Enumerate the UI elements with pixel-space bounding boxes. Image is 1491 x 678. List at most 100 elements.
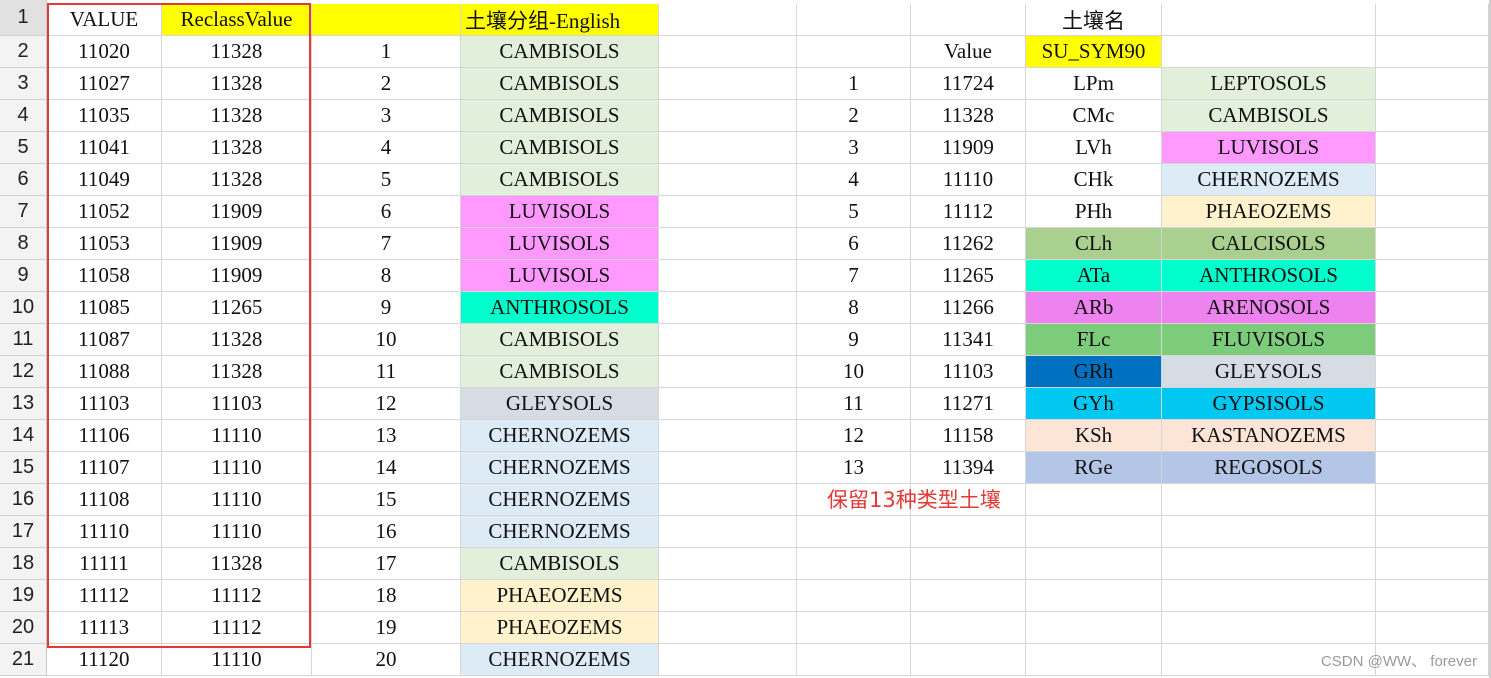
index-cell[interactable]: 2 xyxy=(312,68,461,100)
index-cell[interactable]: 16 xyxy=(312,516,461,548)
soil-group-cell[interactable]: CHERNOZEMS xyxy=(461,516,659,548)
value-cell[interactable]: 11027 xyxy=(47,68,162,100)
value-cell[interactable]: 11108 xyxy=(47,484,162,516)
reclass-cell[interactable]: 11112 xyxy=(162,612,312,644)
sym-code-cell[interactable]: CLh xyxy=(1026,228,1162,260)
soil-name-cell[interactable]: CHERNOZEMS xyxy=(1162,164,1376,196)
index-cell[interactable]: 8 xyxy=(312,260,461,292)
empty-cell[interactable] xyxy=(1376,484,1489,516)
row-header[interactable]: 6 xyxy=(0,164,47,196)
empty-cell[interactable] xyxy=(1026,548,1162,580)
empty-cell[interactable] xyxy=(659,516,797,548)
empty-cell[interactable] xyxy=(1376,324,1489,356)
empty-cell[interactable] xyxy=(797,612,911,644)
value-cell[interactable]: 11103 xyxy=(47,388,162,420)
empty-cell[interactable] xyxy=(659,388,797,420)
empty-cell[interactable] xyxy=(1376,292,1489,324)
soil-group-cell[interactable]: CHERNOZEMS xyxy=(461,484,659,516)
value-cell[interactable]: 11106 xyxy=(47,420,162,452)
right-index-cell[interactable]: 7 xyxy=(797,260,911,292)
empty-cell[interactable] xyxy=(1162,516,1376,548)
empty-cell[interactable] xyxy=(911,516,1026,548)
right-header-sym[interactable]: SU_SYM90 xyxy=(1026,36,1162,68)
reclass-cell[interactable]: 11328 xyxy=(162,324,312,356)
sym-code-cell[interactable]: CHk xyxy=(1026,164,1162,196)
index-cell[interactable]: 10 xyxy=(312,324,461,356)
soil-name-cell[interactable]: REGOSOLS xyxy=(1162,452,1376,484)
empty-cell[interactable] xyxy=(1162,548,1376,580)
empty-cell[interactable] xyxy=(659,292,797,324)
index-cell[interactable]: 1 xyxy=(312,36,461,68)
index-cell[interactable]: 3 xyxy=(312,100,461,132)
empty-cell[interactable] xyxy=(1026,644,1162,676)
value-cell[interactable]: 11107 xyxy=(47,452,162,484)
soil-name-cell[interactable]: CALCISOLS xyxy=(1162,228,1376,260)
sym-code-cell[interactable]: PHh xyxy=(1026,196,1162,228)
empty-cell[interactable] xyxy=(797,36,911,68)
empty-cell[interactable] xyxy=(1162,36,1376,68)
reclass-cell[interactable]: 11110 xyxy=(162,484,312,516)
row-header[interactable]: 21 xyxy=(0,644,47,676)
empty-cell[interactable] xyxy=(1026,612,1162,644)
reclass-cell[interactable]: 11110 xyxy=(162,516,312,548)
value-cell[interactable]: 11111 xyxy=(47,548,162,580)
row-header[interactable]: 7 xyxy=(0,196,47,228)
row-header[interactable]: 20 xyxy=(0,612,47,644)
value-cell[interactable]: 11112 xyxy=(47,580,162,612)
empty-cell[interactable] xyxy=(1376,452,1489,484)
reclass-cell[interactable]: 11110 xyxy=(162,452,312,484)
empty-cell[interactable] xyxy=(1376,420,1489,452)
index-cell[interactable]: 4 xyxy=(312,132,461,164)
row-header[interactable]: 10 xyxy=(0,292,47,324)
row-header[interactable]: 5 xyxy=(0,132,47,164)
sym-code-cell[interactable]: GRh xyxy=(1026,356,1162,388)
row-header[interactable]: 16 xyxy=(0,484,47,516)
empty-cell[interactable] xyxy=(1026,484,1162,516)
right-index-cell[interactable]: 13 xyxy=(797,452,911,484)
index-cell[interactable]: 17 xyxy=(312,548,461,580)
index-cell[interactable]: 12 xyxy=(312,388,461,420)
right-index-cell[interactable]: 1 xyxy=(797,68,911,100)
right-index-cell[interactable]: 8 xyxy=(797,292,911,324)
header-reclass[interactable]: ReclassValue xyxy=(162,4,312,36)
empty-cell[interactable] xyxy=(659,132,797,164)
empty-cell[interactable] xyxy=(1376,68,1489,100)
right-header-value[interactable]: Value xyxy=(911,36,1026,68)
empty-cell[interactable] xyxy=(1376,612,1489,644)
empty-cell[interactable] xyxy=(911,644,1026,676)
empty-cell[interactable] xyxy=(1162,484,1376,516)
right-value-cell[interactable]: 11394 xyxy=(911,452,1026,484)
empty-cell[interactable] xyxy=(1162,4,1376,36)
empty-cell[interactable] xyxy=(659,100,797,132)
value-cell[interactable]: 11120 xyxy=(47,644,162,676)
soil-group-cell[interactable]: CHERNOZEMS xyxy=(461,452,659,484)
value-cell[interactable]: 11053 xyxy=(47,228,162,260)
row-header[interactable]: 15 xyxy=(0,452,47,484)
sym-code-cell[interactable]: RGe xyxy=(1026,452,1162,484)
reclass-cell[interactable]: 11110 xyxy=(162,644,312,676)
index-cell[interactable]: 9 xyxy=(312,292,461,324)
right-title[interactable]: 土壤名 xyxy=(1026,4,1162,36)
right-index-cell[interactable]: 6 xyxy=(797,228,911,260)
soil-group-cell[interactable]: CAMBISOLS xyxy=(461,36,659,68)
right-value-cell[interactable]: 11328 xyxy=(911,100,1026,132)
value-cell[interactable]: 11041 xyxy=(47,132,162,164)
soil-name-cell[interactable]: FLUVISOLS xyxy=(1162,324,1376,356)
empty-cell[interactable] xyxy=(659,68,797,100)
soil-group-cell[interactable]: PHAEOZEMS xyxy=(461,612,659,644)
soil-name-cell[interactable]: ANTHROSOLS xyxy=(1162,260,1376,292)
right-value-cell[interactable]: 11724 xyxy=(911,68,1026,100)
index-cell[interactable]: 19 xyxy=(312,612,461,644)
index-cell[interactable]: 14 xyxy=(312,452,461,484)
soil-name-cell[interactable]: GLEYSOLS xyxy=(1162,356,1376,388)
empty-cell[interactable] xyxy=(659,452,797,484)
empty-cell[interactable] xyxy=(1376,548,1489,580)
row-header[interactable]: 12 xyxy=(0,356,47,388)
soil-group-cell[interactable]: LUVISOLS xyxy=(461,196,659,228)
value-cell[interactable]: 11020 xyxy=(47,36,162,68)
right-value-cell[interactable]: 11112 xyxy=(911,196,1026,228)
row-header[interactable]: 1 xyxy=(0,0,47,36)
soil-name-cell[interactable]: LEPTOSOLS xyxy=(1162,68,1376,100)
reclass-cell[interactable]: 11265 xyxy=(162,292,312,324)
index-cell[interactable]: 7 xyxy=(312,228,461,260)
